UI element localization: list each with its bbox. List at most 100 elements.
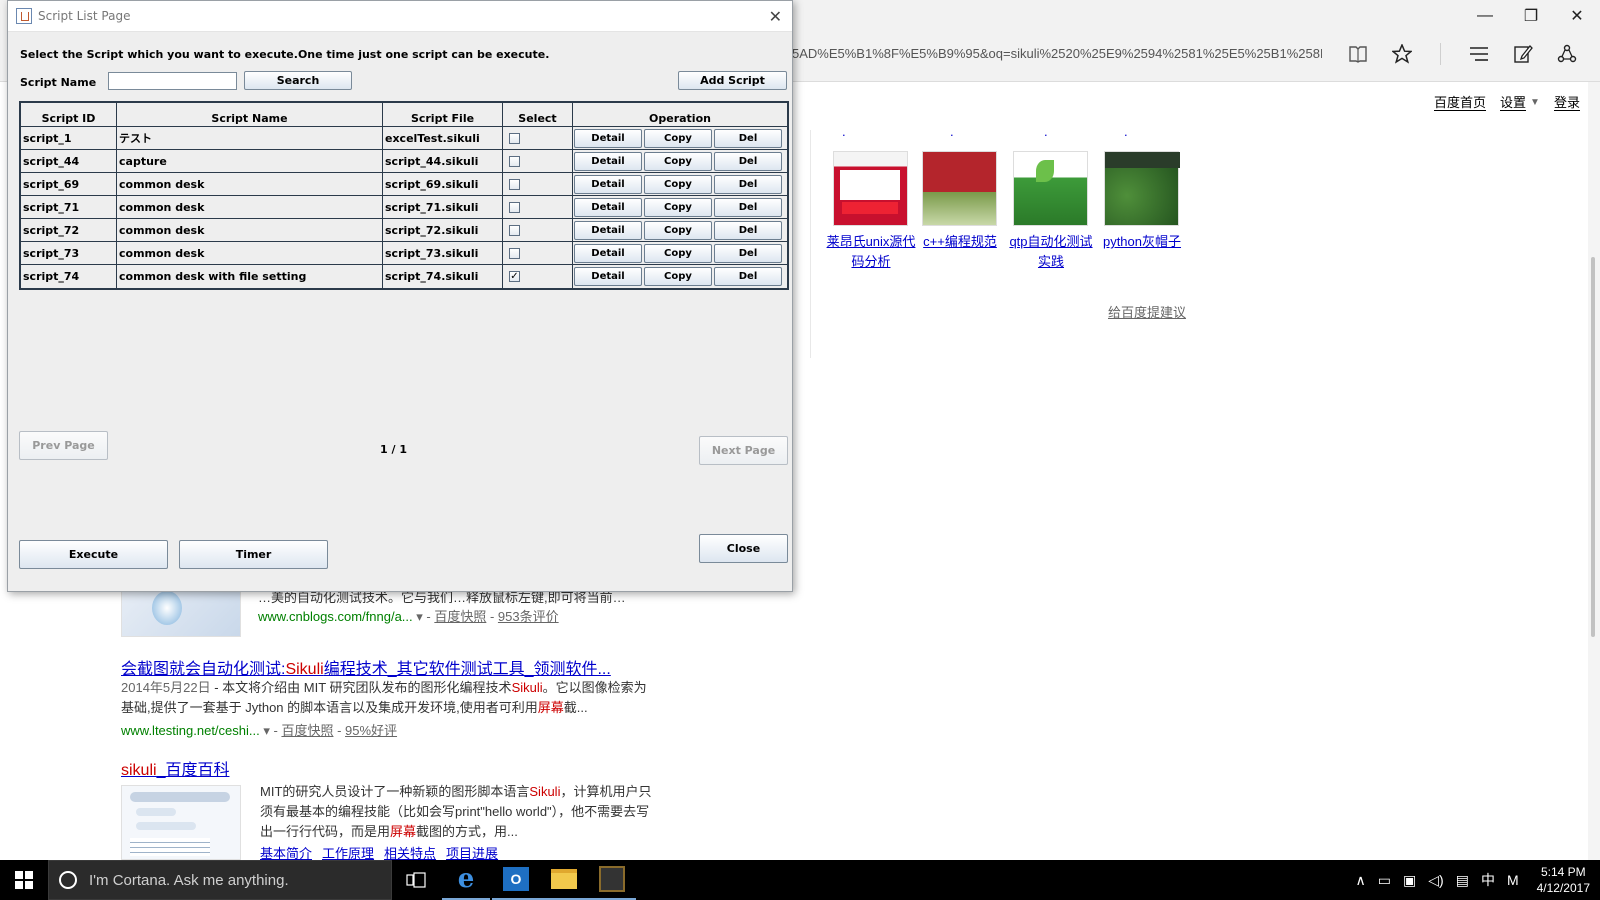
web-note-icon[interactable] — [1501, 40, 1545, 68]
timer-button[interactable]: Timer — [179, 540, 328, 569]
login-link[interactable]: 登录 — [1553, 96, 1580, 111]
windows-start-button[interactable] — [0, 860, 48, 900]
network-icon[interactable]: ▣ — [1403, 872, 1416, 889]
table-row[interactable]: script_44 capture script_44.sikuli Detail Co… — [21, 150, 787, 173]
copy-button[interactable]: Copy — [644, 151, 712, 171]
cut-off-link[interactable]: . — [1124, 124, 1164, 136]
copy-button[interactable]: Copy — [644, 243, 712, 263]
chevron-up-icon[interactable]: ∧ — [1356, 872, 1366, 889]
detail-button[interactable]: Detail — [574, 174, 642, 194]
search-button[interactable]: Search — [244, 71, 352, 90]
table-row[interactable]: script_69 common desk script_69.sikuli Deta… — [21, 173, 787, 196]
book-cover-qtp[interactable] — [1013, 151, 1088, 226]
close-icon[interactable]: ✕ — [769, 7, 782, 27]
battery-icon[interactable]: ▭ — [1378, 872, 1391, 889]
baike-thumbnail[interactable] — [121, 785, 241, 860]
book-cover-cpp[interactable] — [922, 151, 997, 226]
book-cover-python[interactable] — [1104, 151, 1180, 226]
edge-browser-icon[interactable]: e — [442, 860, 490, 900]
minimize-button[interactable]: — — [1462, 0, 1508, 32]
scrollbar-thumb[interactable] — [1591, 257, 1595, 637]
column-header-operation[interactable]: Operation — [573, 103, 787, 126]
book-title-cpp[interactable]: c++编程规范 — [914, 232, 1006, 252]
select-checkbox[interactable]: ✓ — [509, 271, 520, 282]
copy-button[interactable]: Copy — [644, 128, 712, 148]
copy-button[interactable]: Copy — [644, 267, 712, 286]
volume-icon[interactable]: ◁) — [1428, 872, 1443, 889]
result-url[interactable]: www.cnblogs.com/fnng/a... ▾ - 百度快照 - 953… — [258, 606, 559, 625]
table-row[interactable]: script_71 common desk script_71.sikuli Deta… — [21, 196, 787, 219]
book-cover-unix[interactable] — [833, 151, 908, 226]
clock[interactable]: 5:14 PM 4/12/2017 — [1537, 864, 1590, 896]
execute-button[interactable]: Execute — [19, 540, 168, 569]
next-page-button[interactable]: Next Page — [699, 436, 788, 465]
select-checkbox[interactable] — [509, 155, 520, 167]
column-header-file[interactable]: Script File — [383, 103, 503, 126]
copy-button[interactable]: Copy — [644, 197, 712, 217]
script-name-input[interactable] — [108, 72, 237, 90]
cut-off-link[interactable]: . — [950, 124, 980, 136]
select-checkbox[interactable] — [509, 247, 520, 259]
delete-button[interactable]: Del — [714, 128, 782, 148]
delete-button[interactable]: Del — [714, 243, 782, 263]
detail-button[interactable]: Detail — [574, 151, 642, 171]
settings-link[interactable]: 设置 — [1500, 96, 1527, 111]
rating-link[interactable]: 953条评价 — [498, 609, 559, 624]
book-title-unix[interactable]: 莱昂氏unix源代码分析 — [825, 232, 917, 272]
rating-link[interactable]: 95%好评 — [345, 723, 397, 738]
favorite-star-icon[interactable] — [1380, 40, 1424, 68]
baidu-home-link[interactable]: 百度首页 — [1434, 96, 1487, 111]
cut-off-link[interactable]: . — [1044, 124, 1054, 136]
book-title-python[interactable]: python灰帽子 — [1096, 232, 1188, 252]
result-url[interactable]: www.ltesting.net/ceshi... ▾ - 百度快照 - 95%… — [121, 720, 397, 739]
select-checkbox[interactable] — [509, 178, 520, 190]
hub-icon[interactable] — [1457, 40, 1501, 68]
address-bar[interactable]: 5AD%E5%B1%8F%E5%B9%95&oq=sikuli%2520%25E… — [792, 46, 1322, 61]
share-icon[interactable] — [1545, 40, 1589, 68]
reading-view-icon[interactable] — [1336, 40, 1380, 68]
outlook-icon[interactable]: O — [492, 860, 540, 900]
page-scrollbar[interactable] — [1588, 82, 1600, 860]
cache-link[interactable]: 百度快照 — [434, 609, 486, 624]
table-row[interactable]: script_72 common desk script_72.sikuli Deta… — [21, 219, 787, 242]
more-icon[interactable] — [1589, 40, 1600, 68]
restore-button[interactable]: ❐ — [1508, 0, 1554, 32]
cortana-search-box[interactable]: I'm Cortana. Ask me anything. — [48, 860, 392, 900]
file-explorer-icon[interactable] — [540, 860, 588, 900]
table-row[interactable]: script_74 common desk with file setting sc… — [21, 265, 787, 288]
detail-button[interactable]: Detail — [574, 243, 642, 263]
column-header-name[interactable]: Script Name — [117, 103, 383, 126]
close-button[interactable]: Close — [699, 534, 788, 563]
delete-button[interactable]: Del — [714, 220, 782, 240]
delete-button[interactable]: Del — [714, 197, 782, 217]
detail-button[interactable]: Detail — [574, 128, 642, 148]
select-checkbox[interactable] — [509, 201, 520, 213]
cut-off-link[interactable]: . — [842, 124, 892, 136]
action-center-icon[interactable]: ▤ — [1456, 872, 1469, 889]
copy-button[interactable]: Copy — [644, 220, 712, 240]
column-header-id[interactable]: Script ID — [21, 103, 117, 126]
select-checkbox[interactable] — [509, 132, 520, 144]
table-row[interactable]: script_1 テスト excelTest.sikuli Detail Copy Del — [21, 127, 787, 150]
result-title[interactable]: 会截图就会自动化测试:Sikuli编程技术_其它软件测试工具_领测软件... — [121, 655, 611, 679]
prev-page-button[interactable]: Prev Page — [19, 431, 108, 460]
table-row[interactable]: script_73 common desk script_73.sikuli Deta… — [21, 242, 787, 265]
book-title-qtp[interactable]: qtp自动化测试实践 — [1005, 232, 1097, 272]
ime-indicator[interactable]: 中 — [1481, 870, 1495, 890]
column-header-select[interactable]: Select — [503, 103, 573, 126]
detail-button[interactable]: Detail — [574, 197, 642, 217]
select-checkbox[interactable] — [509, 224, 520, 236]
delete-button[interactable]: Del — [714, 267, 782, 286]
copy-button[interactable]: Copy — [644, 174, 712, 194]
delete-button[interactable]: Del — [714, 151, 782, 171]
add-script-button[interactable]: Add Script — [678, 71, 787, 90]
cache-link[interactable]: 百度快照 — [281, 723, 333, 738]
feedback-link[interactable]: 给百度提建议 — [1108, 302, 1186, 321]
task-view-icon[interactable] — [392, 860, 440, 900]
close-window-button[interactable]: ✕ — [1554, 0, 1600, 32]
delete-button[interactable]: Del — [714, 174, 782, 194]
ime-mode-indicator[interactable]: M — [1507, 872, 1519, 888]
java-app-icon[interactable] — [588, 860, 636, 900]
detail-button[interactable]: Detail — [574, 267, 642, 286]
detail-button[interactable]: Detail — [574, 220, 642, 240]
